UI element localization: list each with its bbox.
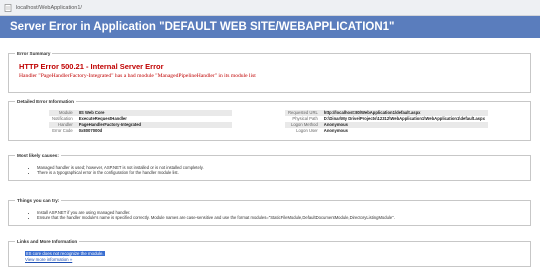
detail-row: Error Code 0x8007000d (49, 128, 232, 134)
detail-value: 0x8007000d (78, 128, 103, 133)
list-item: There is a typographical error in the co… (37, 170, 204, 175)
detail-row: Logon User Anonymous (285, 128, 488, 134)
causes-box: Most likely causes: Managed handler is u… (8, 152, 531, 181)
error-title: HTTP Error 500.21 - Internal Server Erro… (19, 62, 164, 71)
list-item: Ensure that the handler module's name is… (37, 215, 395, 220)
page-title: Server Error in Application "DEFAULT WEB… (10, 21, 395, 33)
error-content: Error Summary HTTP Error 500.21 - Intern… (0, 38, 540, 279)
causes-legend: Most likely causes: (15, 152, 61, 159)
detail-table-left: Module IIS Web Core Notification Execute… (49, 110, 232, 134)
detailed-info-box: Detailed Error Information Module IIS We… (8, 98, 531, 141)
url-text[interactable]: localhost/WebApplication1/ (16, 4, 82, 12)
fixes-box: Things you can try: Install ASP.NET if y… (8, 197, 531, 226)
links-legend: Links and More Information (15, 238, 80, 245)
detail-table-right: Requested URL http://localhost:80/WebApp… (285, 110, 488, 134)
causes-list: Managed handler is used; however, ASP.NE… (29, 165, 204, 175)
detail-key: Error Code (52, 128, 73, 133)
address-bar[interactable]: localhost/WebApplication1/ (0, 0, 540, 16)
links-list: IIS core does not recognize the module. … (25, 251, 105, 262)
error-summary-box: Error Summary HTTP Error 500.21 - Intern… (8, 50, 531, 93)
detail-value: Anonymous (323, 128, 348, 133)
fixes-list: Install ASP.NET if you are using managed… (29, 210, 395, 220)
detailed-info-legend: Detailed Error Information (15, 98, 76, 105)
detail-key: Logon User (296, 128, 318, 133)
links-box: Links and More Information IIS core does… (8, 238, 531, 267)
error-summary-legend: Error Summary (15, 50, 53, 57)
fixes-legend: Things you can try: (15, 197, 62, 204)
error-message: Handler "PageHandlerFactory-Integrated" … (19, 73, 256, 79)
page-icon (4, 4, 12, 12)
page-header: Server Error in Application "DEFAULT WEB… (0, 16, 540, 38)
module-link[interactable]: IIS core does not recognize the module. (25, 251, 105, 256)
view-more-link[interactable]: View more information » (25, 257, 72, 262)
